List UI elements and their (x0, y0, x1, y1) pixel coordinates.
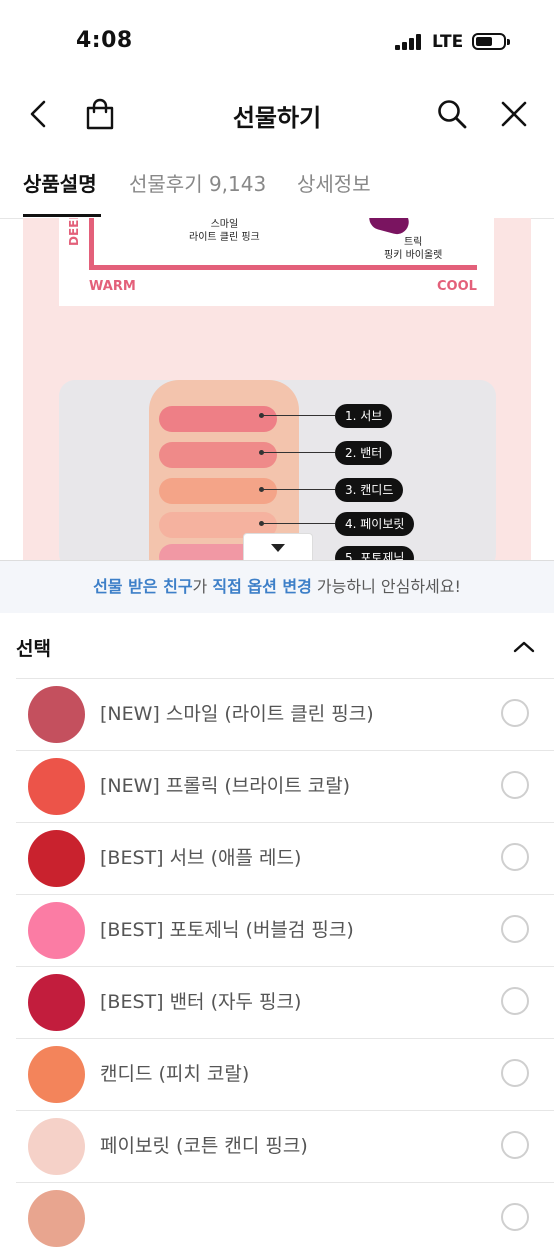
chart-label-smile: 스마일 라이트 클린 핑크 (189, 219, 260, 243)
color-swatch (28, 974, 85, 1031)
swatch-stroke (159, 406, 277, 432)
option-radio-button[interactable] (501, 915, 529, 943)
axis-label-deep: DEEP (67, 218, 81, 246)
app-header: 선물하기 (0, 84, 554, 146)
option-radio-button[interactable] (501, 1131, 529, 1159)
option-section-header[interactable]: 선택 (0, 612, 554, 678)
option-item[interactable]: [NEW] 스마일 (라이트 클린 핑크) (16, 678, 554, 750)
status-time: 4:08 (76, 28, 133, 53)
page-title: 선물하기 (232, 104, 322, 132)
option-radio-button[interactable] (501, 1203, 529, 1231)
tab-product-description[interactable]: 상품설명 (23, 168, 97, 197)
swatch-label: 3. 캔디드 (335, 478, 404, 502)
option-label: [NEW] 스마일 (라이트 클린 핑크) (100, 703, 374, 725)
color-swatch (28, 686, 85, 743)
option-item[interactable]: 캔디드 (피치 코랄) (16, 1038, 554, 1110)
color-swatch (28, 1046, 85, 1103)
option-label: [NEW] 프롤릭 (브라이트 코랄) (100, 775, 351, 797)
search-icon[interactable] (434, 96, 470, 132)
option-radio-button[interactable] (501, 1059, 529, 1087)
close-icon[interactable] (496, 96, 532, 132)
option-item[interactable]: [BEST] 서브 (애플 레드) (16, 822, 554, 894)
axis-label-warm: WARM (89, 279, 136, 294)
cellular-signal-icon (395, 34, 423, 50)
gift-option-notice: 선물 받은 친구가 직접 옵션 변경 가능하니 안심하세요! (0, 560, 554, 613)
option-label: 페이보릿 (코튼 캔디 핑크) (100, 1135, 308, 1157)
option-label: [BEST] 서브 (애플 레드) (100, 847, 302, 869)
notice-text: 가능하니 안심하세요! (311, 577, 461, 596)
battery-icon (472, 33, 510, 50)
option-radio-button[interactable] (501, 987, 529, 1015)
axis-label-cool: COOL (437, 279, 477, 294)
network-type: LTE (432, 32, 464, 52)
color-swatch (28, 758, 85, 815)
tone-chart: DEEP WARM COOL 스마일 라이트 클린 핑크 트릭 핑키 바이올렛 (59, 218, 494, 306)
chart-axis-horizontal (89, 265, 477, 270)
lipstick-swatch-blob (366, 218, 412, 237)
color-swatch (28, 902, 85, 959)
option-radio-button[interactable] (501, 699, 529, 727)
caret-down-icon (271, 544, 285, 552)
notice-highlight: 선물 받은 친구 (93, 577, 193, 596)
color-swatch (28, 1190, 85, 1247)
notice-text: 가 (192, 577, 213, 596)
option-item[interactable]: [BEST] 밴터 (자두 핑크) (16, 966, 554, 1038)
tab-detail-info[interactable]: 상세정보 (297, 168, 371, 197)
tab-gift-reviews[interactable]: 선물후기 9,143 (129, 168, 266, 197)
color-swatch (28, 1118, 85, 1175)
swatch-stroke (159, 442, 277, 468)
product-detail-image: DEEP WARM COOL 스마일 라이트 클린 핑크 트릭 핑키 바이올렛 … (23, 218, 531, 563)
tab-bar: 상품설명 선물후기 9,143 상세정보 (0, 150, 554, 219)
option-label: 캔디드 (피치 코랄) (100, 1063, 250, 1085)
option-label: [BEST] 밴터 (자두 핑크) (100, 991, 302, 1013)
swatch-label: 1. 서브 (335, 404, 393, 428)
color-swatch (28, 830, 85, 887)
chevron-up-icon[interactable] (510, 638, 538, 656)
collapse-toggle-button[interactable] (243, 533, 313, 562)
swatch-label: 4. 페이보릿 (335, 512, 415, 536)
option-section-label: 선택 (16, 638, 51, 660)
option-item[interactable] (16, 1182, 554, 1254)
option-label: [BEST] 포토제닉 (버블검 핑크) (100, 919, 354, 941)
active-tab-indicator (23, 214, 101, 217)
notice-highlight: 직접 옵션 변경 (212, 577, 312, 596)
chart-label-trick: 트릭 핑키 바이올렛 (384, 237, 443, 261)
option-item[interactable]: [NEW] 프롤릭 (브라이트 코랄) (16, 750, 554, 822)
option-item[interactable]: [BEST] 포토제닉 (버블검 핑크) (16, 894, 554, 966)
status-bar: 4:08 LTE (0, 0, 554, 84)
chart-axis-vertical (89, 218, 94, 270)
option-radio-button[interactable] (501, 771, 529, 799)
swatch-label: 2. 밴터 (335, 441, 393, 465)
option-item[interactable]: 페이보릿 (코튼 캔디 핑크) (16, 1110, 554, 1182)
option-radio-button[interactable] (501, 843, 529, 871)
